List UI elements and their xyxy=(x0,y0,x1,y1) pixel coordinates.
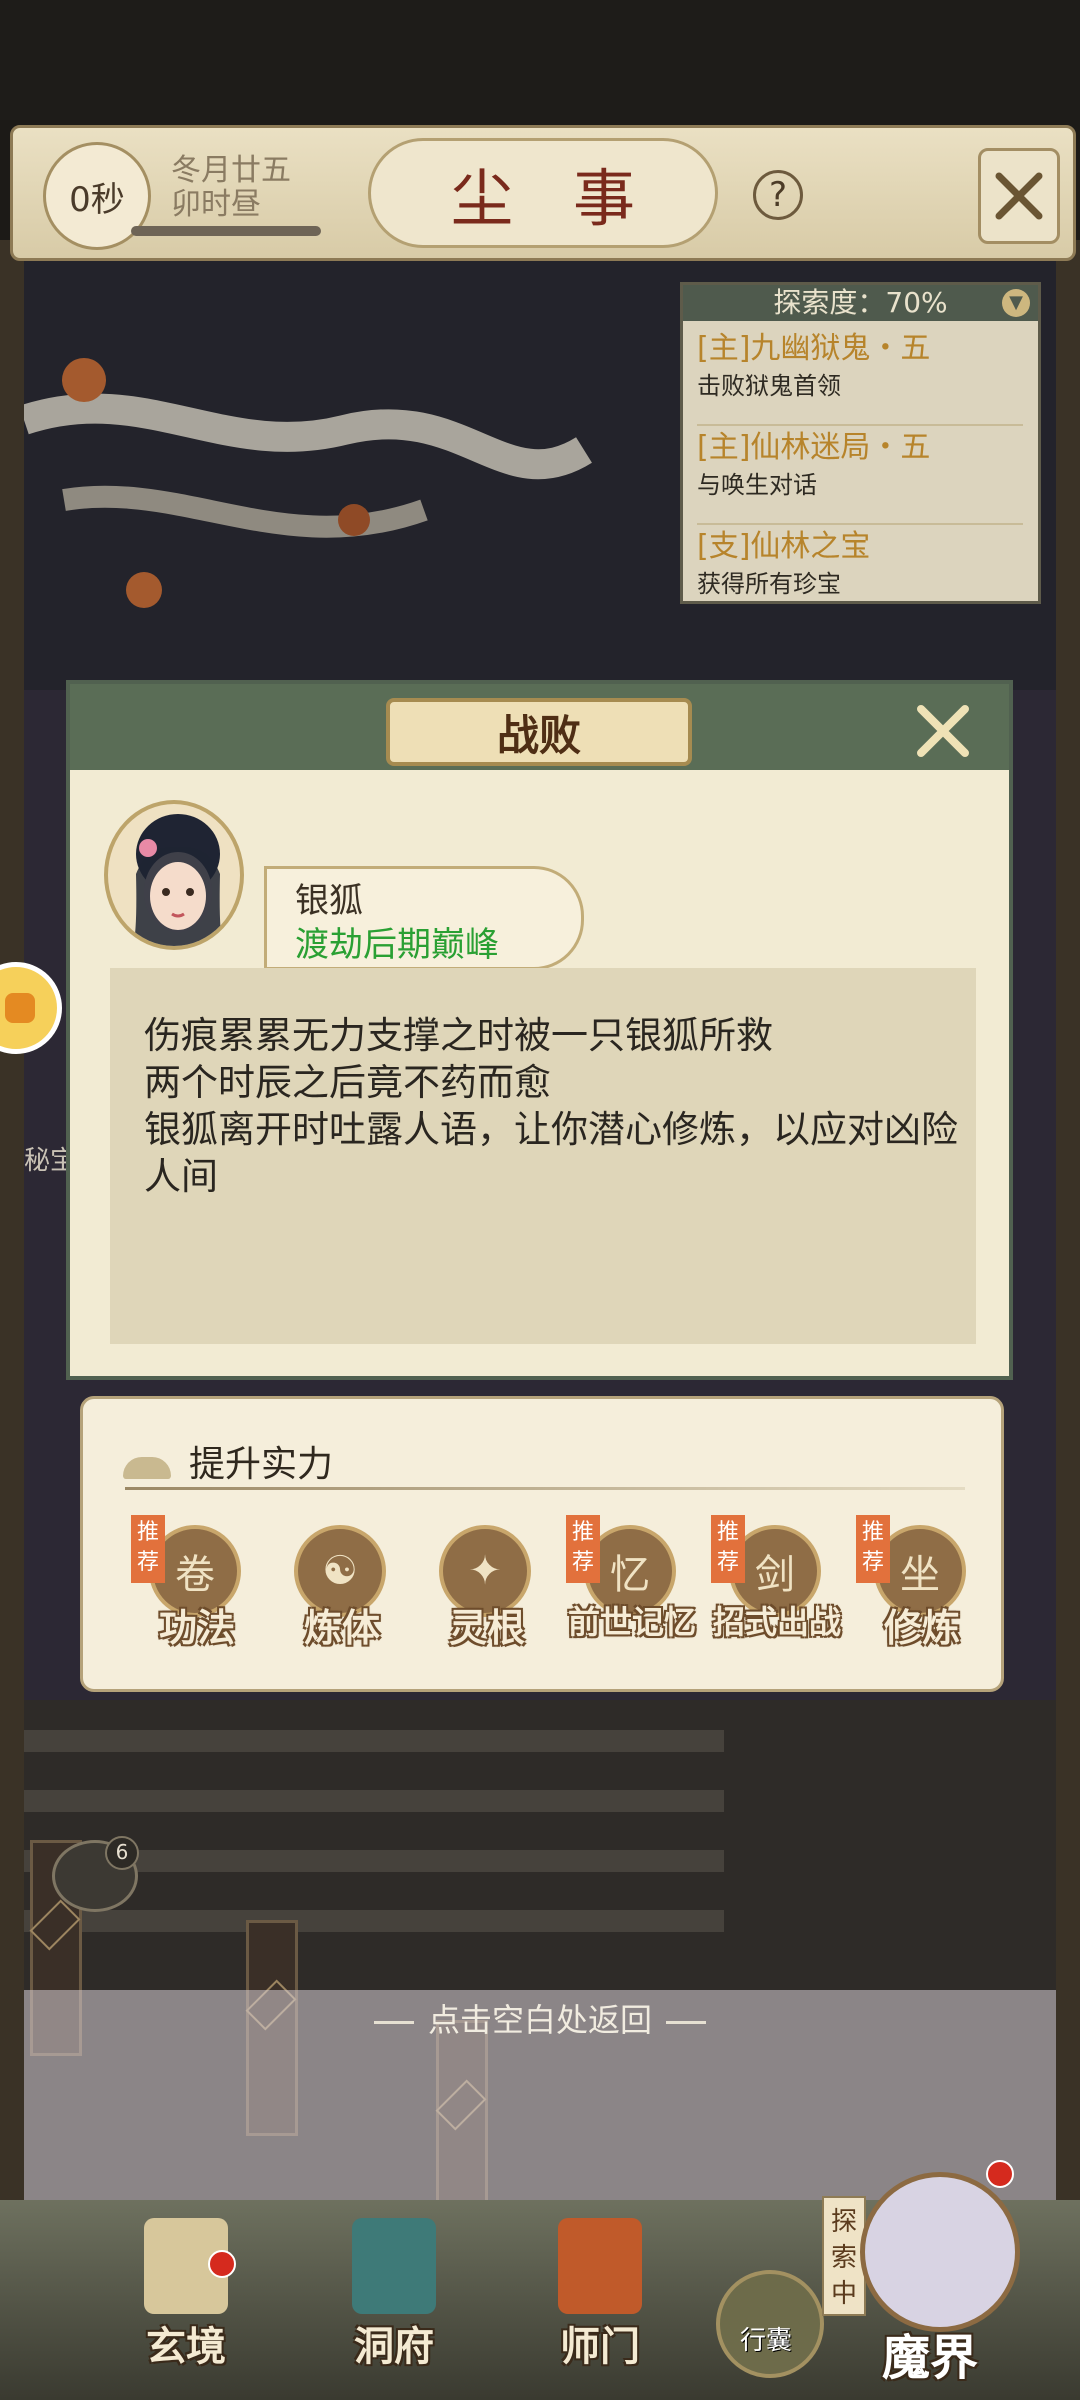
option-gongfa[interactable]: 卷 推荐 功法 xyxy=(127,1515,257,1665)
tap-to-return-hint[interactable]: 点击空白处返回 xyxy=(0,1995,1080,2041)
frame-right xyxy=(1056,240,1080,2240)
improve-power-options: 卷 推荐 功法 ☯ 炼体 ✦ 灵根 忆 推荐 前世记忆 剑 推荐 招式出战 坐 … xyxy=(83,1515,1001,1675)
nav-label: 玄境 xyxy=(146,2323,226,2370)
nav-dongfu[interactable]: 洞府 xyxy=(324,2218,464,2372)
timer-text: 0秒 xyxy=(69,179,125,220)
exploration-progress: 探索度：70% ▼ xyxy=(683,285,1038,321)
close-scene-button[interactable] xyxy=(978,148,1060,244)
mojie-portal-button[interactable] xyxy=(860,2172,1020,2332)
roof-beam xyxy=(24,1790,724,1812)
story-line: 银狐离开时吐露人语，让你潜心修炼，以应对凶险人间 xyxy=(144,1108,958,1198)
quest-desc: 与唤生对话 xyxy=(697,471,817,499)
quest-list: [主]九幽狱鬼・五 击败狱鬼首领 [主]仙林迷局・五 与唤生对话 [支]仙林之宝… xyxy=(697,327,1023,595)
date-line-2: 卯时昼 xyxy=(171,187,261,222)
close-icon xyxy=(917,705,969,757)
quest-item[interactable]: [主]仙林迷局・五 与唤生对话 xyxy=(697,426,1023,525)
roof-beam xyxy=(24,1910,724,1932)
game-date: 冬月廿五 卯时昼 xyxy=(171,154,291,222)
nav-label: 洞府 xyxy=(354,2323,434,2370)
option-zhaoshi[interactable]: 剑 推荐 招式出战 xyxy=(707,1515,841,1665)
nav-shimen[interactable]: 师门 xyxy=(530,2218,670,2372)
decor-line xyxy=(666,2020,706,2024)
nav-xuanjing[interactable]: 玄境 xyxy=(116,2218,256,2372)
close-icon xyxy=(995,172,1043,220)
notification-dot xyxy=(208,2250,236,2278)
option-label: 功法 xyxy=(158,1605,235,1650)
date-line-1: 冬月廿五 xyxy=(171,153,291,188)
frame-left xyxy=(0,240,24,2240)
bag-label: 行囊 xyxy=(739,2326,792,2356)
story-text: 伤痕累累无力支撑之时被一只银狐所救 两个时辰之后竟不药而愈 银狐离开时吐露人语，… xyxy=(144,1012,964,1200)
roof-beam xyxy=(24,1730,724,1752)
mojie-label: 魔界 xyxy=(881,2330,978,2386)
pavilion-nav-icon xyxy=(352,2218,436,2314)
dialog-close-button[interactable] xyxy=(908,696,978,766)
nav-label: 师门 xyxy=(560,2323,640,2370)
option-label: 前世记忆 xyxy=(567,1603,696,1641)
status-bar xyxy=(0,0,1080,120)
recommended-badge: 推荐 xyxy=(131,1515,165,1583)
npc-portrait-illustration xyxy=(133,814,223,946)
return-hint-text: 点击空白处返回 xyxy=(427,2001,652,2039)
quest-item[interactable]: [主]九幽狱鬼・五 击败狱鬼首领 xyxy=(697,327,1023,426)
sect-banner-nav-icon xyxy=(558,2218,642,2314)
exploration-label: 探索度：70% xyxy=(773,286,948,319)
npc-avatar xyxy=(104,800,244,950)
decor-line xyxy=(373,2020,414,2024)
quest-title: [支]仙林之宝 xyxy=(697,529,871,564)
defeat-dialog: 战败 银狐 渡劫后期巅峰 伤痕累累无力支撑之时被一只银狐所救 两个时辰之后竟不药… xyxy=(66,680,1013,1380)
help-button[interactable]: ? xyxy=(753,170,803,220)
hat-icon xyxy=(123,1457,171,1479)
option-lianti[interactable]: ☯ 炼体 xyxy=(272,1515,402,1665)
story-line: 两个时辰之后竟不药而愈 xyxy=(144,1061,551,1104)
recommended-badge: 推荐 xyxy=(711,1515,745,1583)
dialog-title: 战败 xyxy=(386,698,692,766)
collapse-chevron-icon[interactable]: ▼ xyxy=(1002,289,1030,317)
quest-title: [主]九幽狱鬼・五 xyxy=(697,331,931,366)
divider xyxy=(125,1487,965,1490)
improve-power-panel: 提升实力 卷 推荐 功法 ☯ 炼体 ✦ 灵根 忆 推荐 前世记忆 剑 推荐 招式… xyxy=(80,1396,1004,1692)
option-xiulian[interactable]: 坐 推荐 修炼 xyxy=(852,1515,982,1665)
chat-count-badge: 6 xyxy=(105,1836,139,1870)
option-label: 灵根 xyxy=(448,1605,525,1650)
quest-desc: 击败狱鬼首领 xyxy=(697,372,841,400)
npc-name: 银狐 xyxy=(295,881,363,921)
top-header: 0秒 冬月廿五 卯时昼 尘事 ? xyxy=(10,125,1076,261)
option-qianshi[interactable]: 忆 推荐 前世记忆 xyxy=(562,1515,696,1665)
quest-tracker[interactable]: 探索度：70% ▼ [主]九幽狱鬼・五 击败狱鬼首领 [主]仙林迷局・五 与唤生… xyxy=(680,282,1041,604)
quest-item[interactable]: [支]仙林之宝 获得所有珍宝 xyxy=(697,525,1023,595)
story-line: 伤痕累累无力支撑之时被一只银狐所救 xyxy=(144,1014,773,1057)
page-title: 尘事 xyxy=(368,138,718,248)
notification-dot xyxy=(986,2160,1014,2188)
time-progress-bar xyxy=(131,226,321,236)
story-box: 伤痕累累无力支撑之时被一只银狐所救 两个时辰之后竟不药而愈 银狐离开时吐露人语，… xyxy=(110,968,976,1344)
option-label: 炼体 xyxy=(303,1605,380,1650)
option-label: 修炼 xyxy=(883,1605,960,1650)
option-label: 招式出战 xyxy=(712,1603,841,1641)
npc-cultivation-realm: 渡劫后期巅峰 xyxy=(295,925,499,965)
recommended-badge: 推荐 xyxy=(856,1515,890,1583)
improve-power-title: 提升实力 xyxy=(189,1444,334,1485)
quest-title: [主]仙林迷局・五 xyxy=(697,430,931,465)
recommended-badge: 推荐 xyxy=(566,1515,600,1583)
npc-info-plate: 银狐 渡劫后期巅峰 xyxy=(264,866,584,970)
quest-desc: 获得所有珍宝 xyxy=(697,570,841,595)
option-linggen[interactable]: ✦ 灵根 xyxy=(417,1515,547,1665)
